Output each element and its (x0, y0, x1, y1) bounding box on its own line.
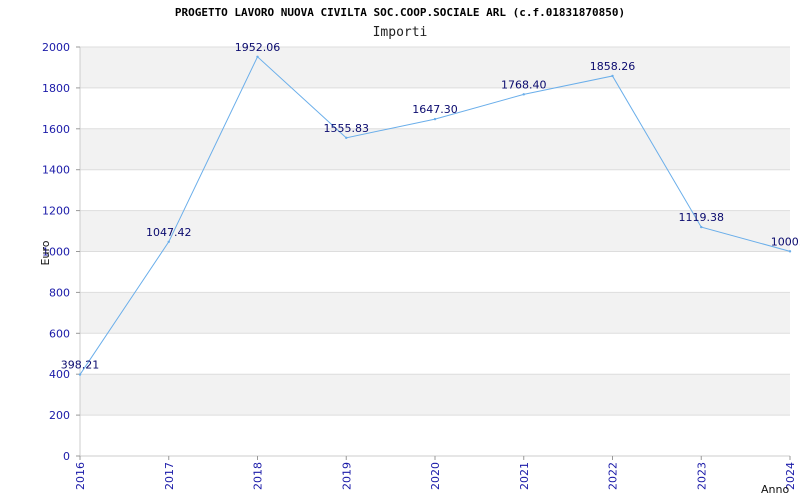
x-axis-label: Anno (761, 483, 789, 496)
grid-band (80, 374, 790, 416)
data-point (522, 93, 525, 96)
grid-band (80, 292, 790, 334)
data-label: 1047.42 (146, 226, 192, 239)
data-point (700, 225, 703, 229)
data-point (788, 250, 792, 253)
x-tick-label: 2020 (429, 462, 442, 490)
y-tick-label: 1400 (42, 164, 70, 177)
x-tick-label: 2021 (518, 462, 531, 490)
data-label: 1119.38 (679, 211, 725, 224)
data-point (611, 74, 614, 78)
data-label: 398.21 (61, 359, 100, 372)
data-point (167, 240, 170, 244)
x-tick-label: 2017 (163, 462, 176, 490)
grid-band (80, 47, 790, 88)
y-tick-label: 200 (49, 409, 70, 422)
y-tick-label: 600 (49, 327, 70, 340)
x-tick-label: 2019 (340, 462, 353, 490)
y-tick-label: 800 (49, 286, 70, 299)
data-point (256, 55, 259, 59)
data-label: 1555.83 (324, 122, 370, 135)
y-tick-label: 0 (63, 450, 70, 463)
y-axis-label: Euro (39, 240, 52, 265)
x-tick-label: 2016 (74, 462, 87, 490)
x-tick-label: 2018 (252, 462, 265, 490)
data-point (78, 373, 82, 376)
y-tick-label: 1600 (42, 123, 70, 136)
y-tick-label: 1200 (42, 205, 70, 218)
grid-band (80, 128, 790, 170)
data-point (345, 136, 348, 140)
data-label: 1952.06 (235, 41, 281, 54)
y-tick-label: 2000 (42, 41, 70, 54)
data-label: 1647.30 (412, 103, 458, 116)
data-point (433, 117, 437, 121)
y-tick-label: 1800 (42, 82, 70, 95)
data-label: 1000.8 (771, 235, 800, 248)
data-label: 1768.40 (501, 78, 547, 91)
data-label: 1858.26 (590, 60, 636, 73)
line-chart: 0200400600800100012001400160018002000 20… (39, 41, 800, 496)
x-tick-label: 2023 (695, 462, 708, 490)
x-tick-label: 2022 (607, 462, 620, 490)
